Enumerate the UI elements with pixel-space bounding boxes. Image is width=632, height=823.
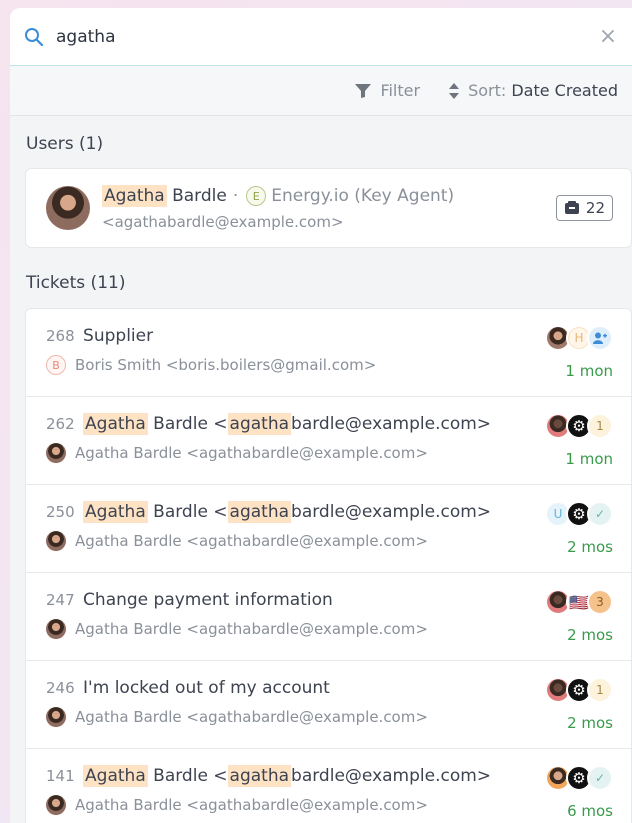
ticket-requester: Agatha Bardle <agathabardle@example.com> xyxy=(75,444,428,462)
sort-prefix: Sort: xyxy=(468,81,507,100)
ticket-subject-part: Bardle < xyxy=(147,766,228,786)
ticket-subject: Change payment information xyxy=(83,590,333,610)
ticket-age: 2 mos xyxy=(567,538,613,556)
ticket-subject-part: Bardle < xyxy=(147,502,228,522)
users-section-title: Users (1) xyxy=(26,134,104,154)
ticket-age: 1 mon xyxy=(565,450,613,468)
ticket-id: 268 xyxy=(46,327,75,345)
ticket-row[interactable]: 141 Agatha Bardle < agatha bardle@example.… xyxy=(26,749,631,823)
ticket-id: 141 xyxy=(46,767,75,785)
user-result[interactable]: Agatha Bardle · E Energy.io (Key Agent) … xyxy=(25,168,632,248)
requester-avatar: B xyxy=(46,355,66,375)
ticket-list: 268 Supplier B Boris Smith <boris.boilers… xyxy=(25,308,632,823)
ticket-subject-highlight: agatha xyxy=(227,765,292,787)
ticket-subject-highlight: agatha xyxy=(227,413,292,435)
participants-stack: ⚙ 1 xyxy=(545,677,613,705)
ticket-subject-part: bardle@example.com> xyxy=(291,766,492,786)
requester-avatar xyxy=(46,443,66,463)
ticket-subject-part: bardle@example.com> xyxy=(291,414,492,434)
participant-count-badge: 1 xyxy=(587,413,613,439)
filter-label: Filter xyxy=(380,81,421,100)
participants-stack: ⚙ ✓ xyxy=(545,765,613,793)
ticket-subject-part: bardle@example.com> xyxy=(291,502,492,522)
ticket-age: 2 mos xyxy=(567,714,613,732)
ticket-subject-part: Bardle < xyxy=(147,414,228,434)
ticket-row[interactable]: 247 Change payment information Agatha Ba… xyxy=(26,573,631,661)
ticket-subject-highlight: agatha xyxy=(227,501,292,523)
ticket-id: 246 xyxy=(46,679,75,697)
org-badge: E xyxy=(246,186,267,206)
participant-count-badge: 1 xyxy=(587,677,613,703)
ticket-subject-highlight: Agatha xyxy=(83,765,148,787)
participants-stack: H xyxy=(545,325,613,353)
ticket-row[interactable]: 246 I'm locked out of my account Agatha … xyxy=(26,661,631,749)
requester-avatar xyxy=(46,795,66,815)
user-last-name: Bardle xyxy=(166,186,227,206)
search-input[interactable] xyxy=(56,26,598,47)
ticket-requester: Agatha Bardle <agathabardle@example.com> xyxy=(75,620,428,638)
ticket-subject: I'm locked out of my account xyxy=(83,678,330,698)
participants-stack: 🇺🇸 3 xyxy=(545,589,613,617)
results-toolbar: Filter Sort: Date Created xyxy=(10,66,632,116)
ticket-id: 250 xyxy=(46,503,75,521)
ticket-subject: Supplier xyxy=(83,326,154,346)
search-bar: × xyxy=(10,8,632,66)
avatar xyxy=(46,186,90,230)
requester-avatar xyxy=(46,707,66,727)
ticket-requester: Agatha Bardle <agathabardle@example.com> xyxy=(75,796,428,814)
tickets-section-title: Tickets (11) xyxy=(26,273,126,293)
user-first-name: Agatha xyxy=(102,185,167,207)
ticket-count-value: 22 xyxy=(585,199,605,217)
ticket-row[interactable]: 262 Agatha Bardle < agatha bardle@example.… xyxy=(26,397,631,485)
requester-avatar xyxy=(46,531,66,551)
filter-button[interactable]: Filter xyxy=(354,81,420,100)
participant-count-badge: 3 xyxy=(587,589,613,615)
ticket-age: 2 mos xyxy=(567,626,613,644)
ticket-age: 6 mos xyxy=(567,802,613,820)
ticket-subject-highlight: Agatha xyxy=(83,501,148,523)
user-ticket-count[interactable]: 22 xyxy=(555,195,613,221)
ticket-requester: Boris Smith <boris.boilers@gmail.com> xyxy=(75,356,377,374)
participants-stack: U ⚙ ✓ xyxy=(545,501,613,529)
separator: · xyxy=(232,186,239,206)
ticket-id: 262 xyxy=(46,415,75,433)
search-panel: × Filter Sort: Date Created Users (1) Ag… xyxy=(10,8,632,823)
search-icon xyxy=(25,27,44,46)
sort-value: Date Created xyxy=(511,81,618,100)
check-icon: ✓ xyxy=(587,501,613,527)
ticket-id: 247 xyxy=(46,591,75,609)
ticket-requester: Agatha Bardle <agathabardle@example.com> xyxy=(75,708,428,726)
ticket-requester: Agatha Bardle <agathabardle@example.com> xyxy=(75,532,428,550)
ticket-subject-highlight: Agatha xyxy=(83,413,148,435)
ticket-age: 1 mon xyxy=(565,362,613,380)
participants-stack: ⚙ 1 xyxy=(545,413,613,441)
ticket-icon xyxy=(564,201,579,214)
user-org[interactable]: Energy.io (Key Agent) xyxy=(271,186,454,206)
user-email: <agathabardle@example.com> xyxy=(102,213,344,231)
ticket-row[interactable]: 250 Agatha Bardle < agatha bardle@example.… xyxy=(26,485,631,573)
agent-icon xyxy=(587,325,613,351)
requester-avatar xyxy=(46,619,66,639)
ticket-row[interactable]: 268 Supplier B Boris Smith <boris.boilers… xyxy=(26,309,631,397)
check-icon: ✓ xyxy=(587,765,613,791)
sort-button[interactable]: Sort: Date Created xyxy=(448,81,618,100)
sort-icon xyxy=(449,82,460,99)
filter-icon xyxy=(355,83,372,98)
close-icon[interactable]: × xyxy=(598,24,618,49)
